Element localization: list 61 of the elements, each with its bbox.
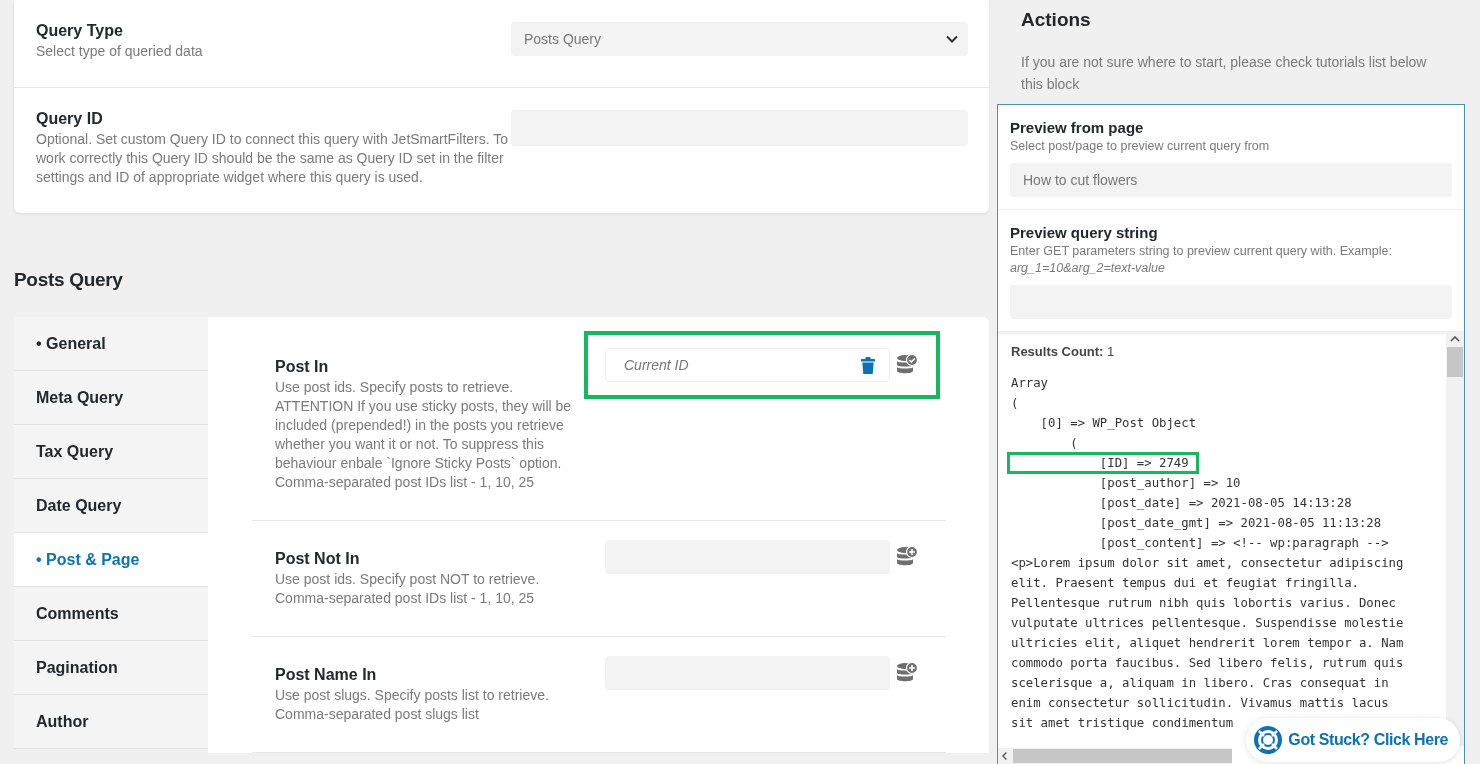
results-count: 1	[1107, 344, 1115, 359]
code-line: Pellentesque rutrum nibh quis lobortis varius. Donec	[1011, 596, 1396, 610]
vertical-scrollbar[interactable]	[1446, 332, 1464, 746]
preview-page-field[interactable]: How to cut flowers	[1010, 163, 1452, 197]
actions-description: If you are not sure where to start, please check tutorials list below this block	[1020, 53, 1428, 94]
field-title: Post In	[275, 358, 330, 376]
code-line: enim consectetur sollicitudin. Vivamus mattis lacus	[1011, 696, 1389, 710]
code-line: sit amet tristique condimentum	[1011, 716, 1234, 730]
tab[interactable]: Date Query	[14, 479, 208, 533]
code-line: <p>Lorem ipsum dolor sit amet, consectetur adipiscing	[1011, 556, 1404, 570]
preview-page-title: Preview from page	[1010, 119, 1145, 136]
horizontal-scrollbar[interactable]	[998, 748, 1232, 764]
code-line: Array	[1011, 376, 1049, 390]
scroll-left-icon[interactable]	[1002, 751, 1008, 761]
setting-description: Select type of queried data	[36, 42, 204, 61]
query-type-select[interactable]: Posts Query	[511, 22, 968, 56]
code-line: (	[1011, 396, 1019, 410]
help-button[interactable]: Got Stuck? Click Here	[1246, 718, 1460, 762]
section-title: Posts Query	[14, 269, 124, 291]
code-line: [post_date] => 2021-08-05 14:13:28	[1098, 496, 1352, 510]
macro-field[interactable]: Current ID	[605, 348, 890, 382]
lifebuoy-icon	[1254, 726, 1283, 754]
actions-title: Actions	[1020, 9, 1092, 31]
database-plus-icon[interactable]	[896, 662, 918, 684]
tab[interactable]: • General	[14, 317, 208, 371]
tab[interactable]: • Post & Page	[14, 533, 208, 587]
setting-title: Query Type	[36, 22, 124, 40]
code-line: vulputate ultrices pellentesque. Suspendisse molestie	[1011, 616, 1404, 630]
code-line: [post_content] => <!-- wp:paragraph -->	[1098, 536, 1389, 550]
database-plus-icon[interactable]	[896, 546, 918, 568]
code-line: scelerisque a, aliquam in libero. Cras consequat in	[1011, 676, 1389, 690]
field-title: Post Not In	[275, 550, 361, 568]
tab[interactable]: Comments	[14, 587, 208, 641]
field-title: Post Name In	[275, 666, 378, 684]
preview-page-description: Select post/page to preview current query from	[1010, 139, 1271, 153]
chevron-down-icon	[946, 35, 958, 43]
code-line: [post_date_gmt] => 2021-08-05 11:13:28	[1098, 516, 1382, 530]
scrollbar-thumb[interactable]	[1013, 749, 1232, 763]
field-description: Use post slugs. Specify posts list to retrieve. Comma-separated post slugs list	[275, 686, 550, 724]
code-line: (	[1069, 436, 1078, 450]
scrollbar-thumb[interactable]	[1447, 347, 1463, 377]
code-line: elit. Praesent tempus dui et feugiat fringilla.	[1011, 576, 1359, 590]
preview-query-description: Enter GET parameters string to preview current query with. Example:	[1010, 244, 1393, 258]
scroll-up-icon[interactable]	[1450, 336, 1460, 342]
field-description: Use post ids. Specify post NOT to retrieve. Comma-separated post IDs list - 1, 10, 25	[275, 570, 541, 608]
preview-query-title: Preview query string	[1010, 224, 1159, 241]
code-line: [post_author] => 10	[1098, 476, 1241, 490]
setting-title: Query ID	[36, 110, 104, 128]
tab[interactable]: Author	[14, 695, 208, 749]
setting-description: Optional. Set custom Query ID to connect this query with JetSmartFilters. To work correctly this Query ID should be the same as Query ID set in the filter settings and ID of appropriate widget where this query is used.	[36, 130, 510, 187]
tab[interactable]: Tax Query	[14, 425, 208, 479]
code-line: ultricies elit, aliquet hendrerit lorem tempor a. Nam	[1011, 636, 1404, 650]
database-check-icon[interactable]	[896, 354, 918, 376]
trash-icon[interactable]	[861, 356, 875, 374]
code-line: commodo porta faucibus. Sed libero felis, rutrum quis	[1011, 656, 1404, 670]
code-line: [0] => WP_Post Object	[1039, 416, 1197, 430]
query-example: arg_1=10&arg_2=text-value	[1010, 261, 1166, 275]
tab[interactable]: Pagination	[14, 641, 208, 695]
tab[interactable]: Meta Query	[14, 371, 208, 425]
field-description: Use post ids. Specify posts to retrieve. ATTENTION If you use sticky posts, they will be included (prepended!) in the posts you retrieve whether you want it or not. To suppress this behaviour enbale `Ignore Sticky Posts` option. Comma-separated post IDs list - 1, 10, 25	[275, 378, 573, 492]
results-count-label: Results Count:	[1011, 344, 1104, 359]
